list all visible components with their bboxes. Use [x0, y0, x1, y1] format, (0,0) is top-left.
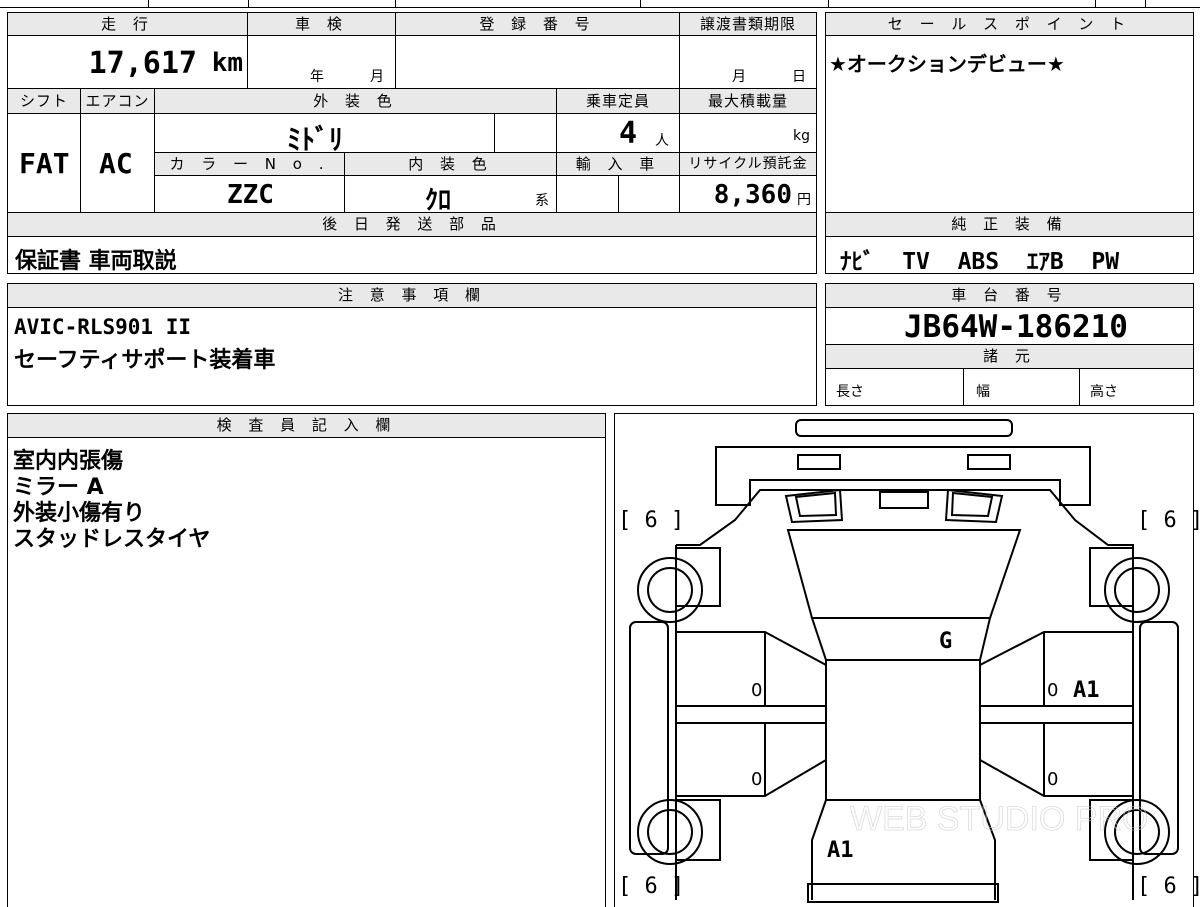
- length-cell: 長さ: [825, 368, 964, 406]
- tire-grade-rear-left: [ 6 ]: [618, 874, 685, 899]
- notes-header: 注 意 事 項 欄: [7, 283, 817, 308]
- inspector-line: スタッドレスタイヤ: [13, 527, 211, 552]
- transfer-month-unit: 月: [732, 69, 746, 85]
- interior-color-header: 内 装 色: [344, 152, 557, 176]
- tire-grade-rear-right: [ 6 ]: [1137, 874, 1200, 899]
- recycle-value: 8,360: [713, 180, 792, 210]
- inspection-cell: 年 月: [247, 35, 396, 89]
- ac-cell: AC: [80, 113, 155, 213]
- recycle-header: リサイクル預託金: [679, 152, 817, 176]
- chassis-value: JB64W-186210: [904, 309, 1128, 345]
- notes-cell: AVIC-RLS901 II セーフティサポート装着車: [7, 307, 817, 406]
- inspection-month-unit: 月: [370, 69, 384, 85]
- mileage-unit: km: [211, 48, 243, 78]
- transfer-day-unit: 日: [792, 69, 806, 85]
- tire-grade-front-left: [ 6 ]: [618, 508, 685, 533]
- transfer-docs-header: 譲渡書類期限: [679, 12, 817, 36]
- car-diagram: WEB STUDIO PRO: [629, 419, 1179, 903]
- sales-point-header: セ ー ル ス ポ イ ン ト: [825, 12, 1194, 36]
- inspection-header: 車 検: [247, 12, 396, 36]
- chassis-header: 車 台 番 号: [825, 283, 1194, 308]
- registration-cell: [395, 35, 680, 89]
- ac-value: AC: [99, 147, 133, 180]
- recycle-unit: 円: [797, 192, 811, 208]
- windshield-mark: G: [939, 629, 953, 654]
- top-cropped-strip: [0, 0, 1200, 8]
- notes-line2: セーフティサポート装着車: [14, 348, 276, 373]
- max-load-cell: kg: [679, 113, 817, 153]
- shift-cell: FAT: [7, 113, 81, 213]
- capacity-unit: 人: [655, 133, 669, 149]
- exterior-color-cell: ﾐﾄﾞﾘ: [154, 113, 495, 156]
- max-load-header: 最大積載量: [679, 88, 817, 114]
- color-no-header: カ ラ ー N o .: [154, 152, 345, 176]
- transfer-docs-cell: 月 日: [679, 35, 817, 89]
- height-cell: 高さ: [1079, 368, 1194, 406]
- width-label: 幅: [976, 384, 990, 400]
- interior-color-suffix: 系: [535, 193, 549, 209]
- length-label: 長さ: [836, 384, 864, 400]
- inspector-cell: 室内内張傷 ミラー A 外装小傷有り スタッドレスタイヤ: [7, 437, 606, 907]
- door-zero-right-front: 0: [1047, 680, 1059, 701]
- shift-value: FAT: [19, 147, 70, 180]
- genuine-equipment-cell: ﾅﾋﾞ TV ABS ｴｱB PW: [825, 236, 1194, 275]
- right-front-door-mark: A1: [1073, 678, 1100, 703]
- later-parts-text: 保証書 車両取説: [15, 249, 177, 274]
- shift-header: シフト: [7, 88, 81, 114]
- mileage-header: 走 行: [7, 12, 248, 36]
- car-diagram-panel: WEB STUDIO PRO [ 6 ] [ 6 ] [ 6 ] [ 6 ] G…: [614, 413, 1200, 907]
- capacity-header: 乗車定員: [556, 88, 680, 114]
- rear-mark: A1: [827, 838, 854, 863]
- capacity-cell: 4 人: [556, 113, 680, 153]
- mileage-value: 17,617: [88, 46, 197, 81]
- door-zero-left-front: 0: [751, 680, 763, 701]
- notes-line1: AVIC-RLS901 II: [14, 315, 192, 339]
- recycle-cell: 8,360 円: [679, 175, 817, 213]
- height-label: 高さ: [1090, 384, 1118, 400]
- genuine-equipment-header: 純 正 装 備: [825, 212, 1194, 237]
- interior-color-cell: ｸﾛ 系: [344, 175, 557, 216]
- capacity-value: 4: [619, 116, 638, 151]
- inspector-header: 検 査 員 記 入 欄: [7, 413, 606, 438]
- chassis-cell: JB64W-186210: [825, 307, 1194, 345]
- width-cell: 幅: [963, 368, 1080, 406]
- ac-header: エアコン: [80, 88, 155, 114]
- inspection-year-unit: 年: [310, 69, 324, 85]
- import-header: 輸 入 車: [556, 152, 680, 176]
- later-parts-header: 後 日 発 送 部 品: [7, 212, 817, 237]
- mileage-cell: 17,617 km: [7, 35, 248, 89]
- door-zero-left-rear: 0: [751, 769, 763, 790]
- exterior-color-header: 外 装 色: [154, 88, 557, 114]
- sales-point-cell: ★オークションデビュー★: [825, 35, 1194, 213]
- max-load-unit: kg: [793, 128, 810, 144]
- import-cell-a: [556, 175, 619, 213]
- genuine-equipment-text: ﾅﾋﾞ TV ABS ｴｱB PW: [840, 249, 1120, 275]
- import-cell-b: [618, 175, 680, 213]
- registration-header: 登 録 番 号: [395, 12, 680, 36]
- exterior-color-extra-cell: [494, 113, 557, 153]
- door-zero-right-rear: 0: [1047, 769, 1059, 790]
- sales-point-text: ★オークションデビュー★: [829, 52, 1065, 76]
- specs-header: 諸 元: [825, 344, 1194, 369]
- later-parts-cell: 保証書 車両取説: [7, 236, 817, 274]
- color-no-cell: ZZC: [154, 175, 345, 213]
- watermark: WEB STUDIO PRO: [850, 800, 1148, 838]
- tire-grade-front-right: [ 6 ]: [1137, 508, 1200, 533]
- color-no-value: ZZC: [227, 180, 274, 210]
